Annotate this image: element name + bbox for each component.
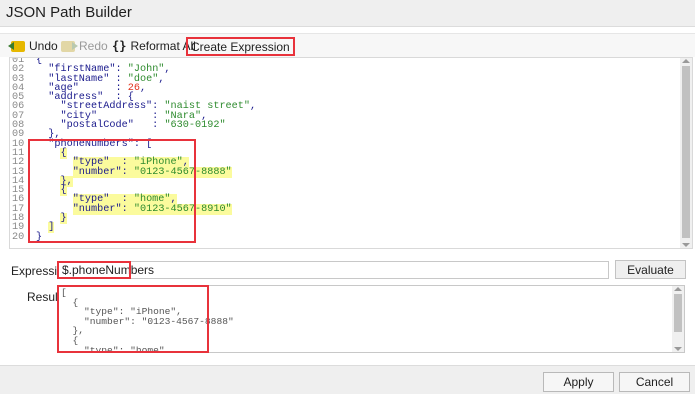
redo-button[interactable]: Redo bbox=[61, 37, 108, 55]
result-label: Result bbox=[27, 290, 62, 304]
expression-input[interactable] bbox=[57, 261, 609, 279]
undo-label: Undo bbox=[29, 39, 58, 53]
line-text: "postalCode" : "630-0192" bbox=[60, 120, 226, 132]
code-line: 17 "number": "0123-4567-8910" bbox=[10, 203, 678, 215]
undo-button[interactable]: Undo bbox=[8, 37, 58, 55]
result-line: }, bbox=[61, 325, 85, 337]
editor-scrollbar[interactable] bbox=[680, 58, 692, 248]
redo-icon bbox=[61, 40, 78, 52]
line-number: 20 bbox=[12, 231, 25, 243]
json-editor[interactable]: 01{02 "firstName": "John", 03 "lastName" … bbox=[9, 57, 693, 249]
create-expression-button[interactable]: Create Expression bbox=[186, 37, 295, 56]
result-scroll-down-icon[interactable] bbox=[674, 347, 682, 351]
result-code: [ { "type": "iPhone", "number": "0123-45… bbox=[61, 287, 234, 353]
result-line: [ bbox=[61, 287, 67, 298]
result-output[interactable]: [ { "type": "iPhone", "number": "0123-45… bbox=[57, 285, 685, 353]
scroll-down-icon[interactable] bbox=[682, 243, 690, 247]
line-text: } bbox=[36, 231, 43, 243]
code-line: 20} bbox=[10, 231, 678, 243]
evaluate-button[interactable]: Evaluate bbox=[615, 260, 686, 279]
cancel-button[interactable]: Cancel bbox=[619, 372, 690, 392]
result-scroll-up-icon[interactable] bbox=[674, 287, 682, 291]
create-expression-label: Create Expression bbox=[191, 39, 290, 54]
code-line: 10 "phoneNumbers": [ bbox=[10, 139, 678, 150]
code-line: 08 "postalCode" : "630-0192" bbox=[10, 120, 678, 132]
toolbar: Undo Redo {} Reformat All Create Express… bbox=[0, 33, 695, 57]
braces-icon: {} bbox=[112, 39, 127, 53]
code-line: 19 ] bbox=[10, 222, 678, 234]
result-line: "number": "0123-4567-8888" bbox=[61, 315, 234, 327]
result-line: "type": "home", bbox=[61, 344, 171, 353]
window-title: JSON Path Builder bbox=[6, 4, 132, 21]
apply-button[interactable]: Apply bbox=[543, 372, 614, 392]
code-line: 14 }, bbox=[10, 175, 678, 187]
result-scrollbar[interactable] bbox=[672, 286, 684, 352]
reformat-all-button[interactable]: {} Reformat All bbox=[112, 37, 196, 55]
dialog-footer: Apply Cancel bbox=[0, 365, 695, 394]
scroll-thumb[interactable] bbox=[682, 66, 690, 238]
scroll-up-icon[interactable] bbox=[682, 59, 690, 63]
code-line: 18 } bbox=[10, 213, 678, 225]
result-scroll-thumb[interactable] bbox=[674, 294, 682, 332]
undo-icon bbox=[8, 40, 25, 52]
title-bar: JSON Path Builder bbox=[0, 0, 695, 27]
code-line: 13 "number": "0123-4567-8888" bbox=[10, 166, 678, 178]
code-content[interactable]: 01{02 "firstName": "John", 03 "lastName" … bbox=[10, 58, 678, 243]
redo-label: Redo bbox=[79, 39, 108, 53]
